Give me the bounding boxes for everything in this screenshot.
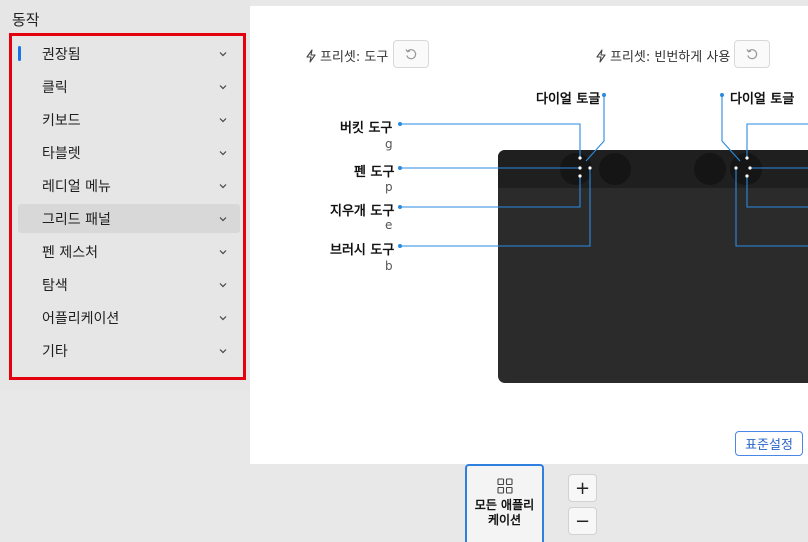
dial-toggle-left-label: 다이얼 토글	[536, 92, 601, 107]
menu-item-radial-menu[interactable]: 레디얼 메뉴	[18, 171, 240, 200]
action-category-menu: 권장됨 클릭 키보드 타블렛 레디얼 메뉴 그리드 패널 펜 제스처 탐색 어플…	[9, 33, 246, 380]
zoom-out-button[interactable]: −	[568, 507, 597, 535]
grid-icon	[496, 478, 513, 494]
chevron-down-icon	[219, 183, 227, 188]
menu-item-label: 어플리케이션	[42, 310, 120, 327]
menu-item-label: 기타	[42, 343, 68, 360]
tool-label-pen[interactable]: 펜 도구	[354, 161, 394, 180]
menu-item-application[interactable]: 어플리케이션	[18, 303, 240, 332]
tablet-mapping-panel: 프리셋: 도구 프리셋: 빈번하게 사용 다이얼 토글 다이얼 토글 버킷 도구…	[250, 6, 808, 464]
mapping-leader-lines	[398, 93, 808, 248]
menu-item-pen-gesture[interactable]: 펜 제스처	[18, 237, 240, 266]
actions-sidebar: 동작 권장됨 클릭 키보드 타블렛 레디얼 메뉴 그리드 패널 펜 제스처 탐색…	[0, 0, 250, 390]
chevron-down-icon	[219, 150, 227, 155]
menu-item-label: 그리드 패널	[42, 211, 111, 228]
menu-item-keyboard[interactable]: 키보드	[18, 105, 240, 134]
menu-item-tablet[interactable]: 타블렛	[18, 138, 240, 167]
active-indicator	[18, 46, 21, 61]
tool-label-brush[interactable]: 브러시 도구	[330, 239, 394, 258]
chevron-down-icon	[219, 84, 227, 89]
tool-label-bucket[interactable]: 버킷 도구	[340, 117, 392, 136]
menu-item-label: 권장됨	[42, 46, 81, 63]
chevron-down-icon	[219, 249, 227, 254]
menu-item-label: 키보드	[42, 112, 81, 129]
menu-item-navigation[interactable]: 탐색	[18, 270, 240, 299]
zoom-in-button[interactable]: +	[568, 474, 597, 502]
menu-item-label: 탐색	[42, 277, 68, 294]
tool-key-brush: b	[385, 259, 393, 273]
sidebar-title: 동작	[12, 11, 40, 29]
dial-toggle-right-label: 다이얼 토글	[730, 92, 795, 107]
tool-key-pen: p	[385, 180, 393, 194]
menu-item-grid-panel[interactable]: 그리드 패널	[18, 204, 240, 233]
chevron-down-icon	[219, 282, 227, 287]
menu-item-label: 레디얼 메뉴	[42, 178, 111, 195]
all-applications-tile[interactable]: 모든 애플리 케이션	[465, 464, 544, 542]
tool-label-eraser[interactable]: 지우개 도구	[330, 200, 394, 219]
menu-item-label: 펜 제스처	[42, 244, 98, 261]
menu-item-other[interactable]: 기타	[18, 336, 240, 365]
chevron-down-icon	[219, 315, 227, 320]
menu-item-recommended[interactable]: 권장됨	[18, 39, 240, 68]
menu-item-label: 타블렛	[42, 145, 81, 162]
chevron-down-icon	[219, 117, 227, 122]
chevron-down-icon	[219, 51, 227, 56]
chevron-down-icon	[219, 216, 227, 221]
menu-item-label: 클릭	[42, 79, 68, 96]
all-applications-label-line2: 케이션	[487, 513, 522, 527]
menu-item-click[interactable]: 클릭	[18, 72, 240, 101]
default-settings-button[interactable]: 표준설정	[735, 431, 803, 456]
tool-key-bucket: g	[385, 137, 393, 151]
tool-key-eraser: e	[385, 218, 393, 232]
all-applications-label-line1: 모든 애플리	[474, 498, 535, 512]
chevron-down-icon	[219, 348, 227, 353]
